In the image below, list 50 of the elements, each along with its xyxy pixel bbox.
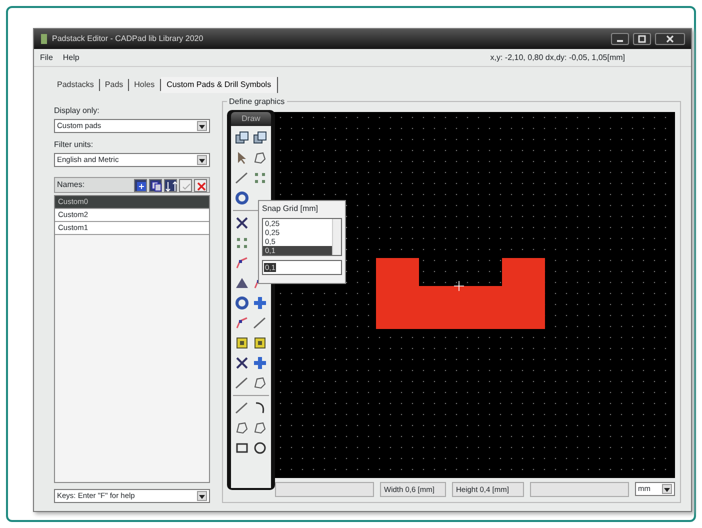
caret-icon bbox=[664, 488, 670, 492]
delete-icon[interactable] bbox=[194, 178, 207, 192]
caret-icon bbox=[199, 495, 205, 499]
maximize-icon bbox=[637, 34, 647, 43]
line-icon[interactable] bbox=[234, 170, 250, 186]
line-icon[interactable] bbox=[234, 375, 250, 391]
copy-icon[interactable] bbox=[149, 178, 162, 192]
app-icon bbox=[40, 33, 48, 45]
square-icon[interactable] bbox=[252, 335, 268, 351]
field-label: Display only: bbox=[54, 105, 100, 117]
copy-icon[interactable] bbox=[252, 130, 268, 146]
crosshair-icon bbox=[454, 280, 464, 292]
scrollbar[interactable] bbox=[332, 219, 341, 255]
window-title: Padstack Editor - CADPad lib Library 2020 bbox=[52, 33, 204, 45]
field-label: Filter units: bbox=[54, 139, 94, 151]
group-label: Define graphics bbox=[227, 96, 287, 108]
line-icon[interactable] bbox=[234, 400, 250, 416]
caret-icon bbox=[199, 125, 205, 129]
menu-item[interactable]: File bbox=[40, 52, 53, 64]
square-icon[interactable] bbox=[234, 335, 250, 351]
node-icon[interactable] bbox=[234, 255, 250, 271]
minimize-button[interactable] bbox=[611, 33, 629, 45]
names-label: Names: bbox=[57, 179, 86, 191]
caret-icon bbox=[199, 159, 205, 163]
add-icon[interactable] bbox=[134, 178, 147, 192]
cross-icon[interactable] bbox=[234, 355, 250, 371]
tab[interactable]: Custom Pads & Drill Symbols bbox=[160, 77, 278, 93]
popup-title: Snap Grid [mm] bbox=[262, 203, 320, 215]
line-icon[interactable] bbox=[252, 315, 268, 331]
coordinates-text: x,y: -2,10, 0,80 dx,dy: -0,05, 1,05[mm] bbox=[490, 52, 625, 64]
polygon-icon[interactable] bbox=[252, 150, 268, 166]
tab[interactable]: Pads bbox=[100, 79, 130, 91]
polygon-icon[interactable] bbox=[234, 420, 250, 436]
tab[interactable]: Padstacks bbox=[52, 79, 100, 91]
check-icon[interactable] bbox=[179, 178, 192, 192]
circle-icon[interactable] bbox=[252, 440, 268, 456]
node-icon[interactable] bbox=[234, 315, 250, 331]
plus-icon[interactable] bbox=[252, 355, 268, 371]
polygon-icon[interactable] bbox=[252, 375, 268, 391]
copy-icon[interactable] bbox=[234, 130, 250, 146]
close-button[interactable] bbox=[655, 33, 685, 45]
plus-icon[interactable] bbox=[252, 295, 268, 311]
close-icon bbox=[665, 34, 675, 43]
sort-icon[interactable] bbox=[164, 178, 177, 192]
toolbar-title: Draw bbox=[231, 112, 271, 126]
cross-icon[interactable] bbox=[234, 215, 250, 231]
menu-item[interactable]: Help bbox=[62, 52, 80, 64]
maximize-button[interactable] bbox=[633, 33, 651, 45]
polygon-icon[interactable] bbox=[252, 420, 268, 436]
grid-icon[interactable] bbox=[252, 170, 268, 186]
